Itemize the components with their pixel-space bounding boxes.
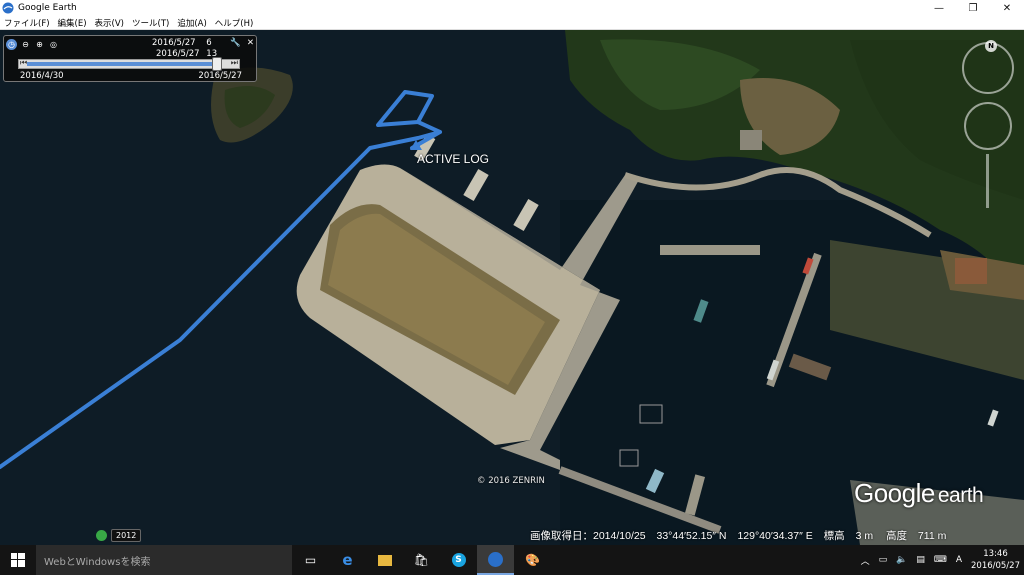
current-date-end: 2016/5/27 — [156, 49, 200, 59]
look-joystick[interactable]: N — [962, 40, 1014, 94]
longitude: 129°40′34.37″ E — [737, 530, 813, 542]
clock-date: 2016/05/27 — [971, 561, 1020, 571]
range-start-date: 2016/4/30 — [20, 71, 64, 81]
chevron-up-icon[interactable]: ︿ — [861, 554, 870, 567]
current-hour: 6 — [206, 38, 212, 48]
ime-indicator[interactable]: A — [956, 555, 962, 565]
paint-icon[interactable]: 🎨 — [514, 545, 551, 575]
clock-icon[interactable]: ◷ — [6, 38, 17, 50]
time-range-fill — [27, 62, 218, 66]
start-button[interactable] — [0, 545, 36, 575]
play-icon[interactable]: ◎ — [48, 39, 59, 50]
historical-imagery-indicator[interactable]: 2012 — [96, 529, 142, 542]
google-earth-icon — [2, 2, 14, 14]
store-icon[interactable]: 🛍 — [403, 545, 440, 575]
taskbar-search[interactable]: WebとWindowsを検索 — [36, 545, 292, 575]
historical-imagery-icon[interactable] — [96, 530, 107, 541]
skype-icon[interactable]: S — [440, 545, 477, 575]
battery-icon[interactable]: ▭ — [879, 555, 888, 565]
map-copyright: © 2016 ZENRIN — [477, 476, 545, 486]
menu-edit[interactable]: 編集(E) — [54, 17, 91, 29]
elevation-label: 標高 — [823, 530, 845, 542]
file-explorer-icon[interactable] — [366, 545, 403, 575]
move-joystick[interactable] — [964, 102, 1012, 150]
menu-bar: ファイル(F) 編集(E) 表示(V) ツール(T) 追加(A) ヘルプ(H) — [0, 16, 1024, 30]
google-earth-taskbar-icon[interactable] — [477, 545, 514, 575]
altitude: 711 m — [917, 530, 947, 542]
altitude-label: 高度 — [886, 530, 907, 542]
close-button[interactable]: ✕ — [990, 0, 1024, 16]
image-date: 画像取得日：2014/10/25 — [530, 530, 646, 542]
navigation-controls[interactable]: N — [960, 36, 1020, 208]
close-slider-icon[interactable]: ✕ — [247, 38, 254, 48]
menu-help[interactable]: ヘルプ(H) — [211, 17, 258, 29]
elevation: 3 m — [855, 530, 874, 542]
wrench-icon[interactable]: 🔧 — [230, 38, 241, 48]
task-view-icon[interactable]: ▭ — [292, 545, 329, 575]
system-tray: ︿ ▭ 🔈 ▤ ⌨ A 13:46 2016/05/27 — [861, 545, 1024, 575]
keyboard-icon[interactable]: ⌨ — [934, 555, 947, 565]
title-bar: Google Earth — ❐ ✕ — [0, 0, 1024, 16]
time-thumb[interactable] — [212, 57, 223, 71]
compass-north[interactable]: N — [985, 40, 997, 52]
zoom-in-time-icon[interactable]: ⊕ — [34, 39, 45, 50]
menu-file[interactable]: ファイル(F) — [0, 17, 54, 29]
clock-time: 13:46 — [983, 549, 1008, 559]
latitude: 33°44′52.15″ N — [656, 530, 727, 542]
time-slider-panel[interactable]: ◷ ⊖ ⊕ ◎ 2016/5/27 6 2016/5/27 13 🔧 ✕ ⏮ ⏭… — [3, 35, 257, 82]
volume-icon[interactable]: 🔈 — [896, 555, 907, 565]
google-earth-logo: Google earth — [854, 478, 984, 508]
clock[interactable]: 13:46 2016/05/27 — [971, 548, 1020, 572]
window-title: Google Earth — [18, 3, 77, 13]
range-end-date: 2016/5/27 — [198, 71, 242, 81]
time-track[interactable]: ⏮ ⏭ — [18, 57, 240, 71]
zoom-slider[interactable] — [986, 154, 989, 208]
windows-logo-icon — [11, 553, 25, 567]
notification-icon[interactable]: ▤ — [916, 555, 925, 565]
menu-add[interactable]: 追加(A) — [173, 17, 210, 29]
map-view[interactable] — [0, 30, 1024, 545]
taskbar: WebとWindowsを検索 ▭ e 🛍 S 🎨 ︿ ▭ 🔈 ▤ ⌨ A 13:… — [0, 545, 1024, 575]
current-date: 2016/5/27 — [152, 38, 196, 48]
track-label[interactable]: ACTIVE LOG — [417, 152, 489, 166]
historical-year: 2012 — [111, 529, 142, 542]
maximize-button[interactable]: ❐ — [956, 0, 990, 16]
zoom-out-time-icon[interactable]: ⊖ — [20, 39, 31, 50]
satellite-imagery — [0, 30, 1024, 545]
edge-icon[interactable]: e — [329, 545, 366, 575]
menu-view[interactable]: 表示(V) — [91, 17, 128, 29]
step-forward-icon[interactable]: ⏭ — [231, 58, 238, 68]
menu-tools[interactable]: ツール(T) — [128, 17, 173, 29]
minimize-button[interactable]: — — [922, 0, 956, 16]
status-bar: 画像取得日：2014/10/25 33°44′52.15″ N 129°40′3… — [530, 528, 954, 543]
